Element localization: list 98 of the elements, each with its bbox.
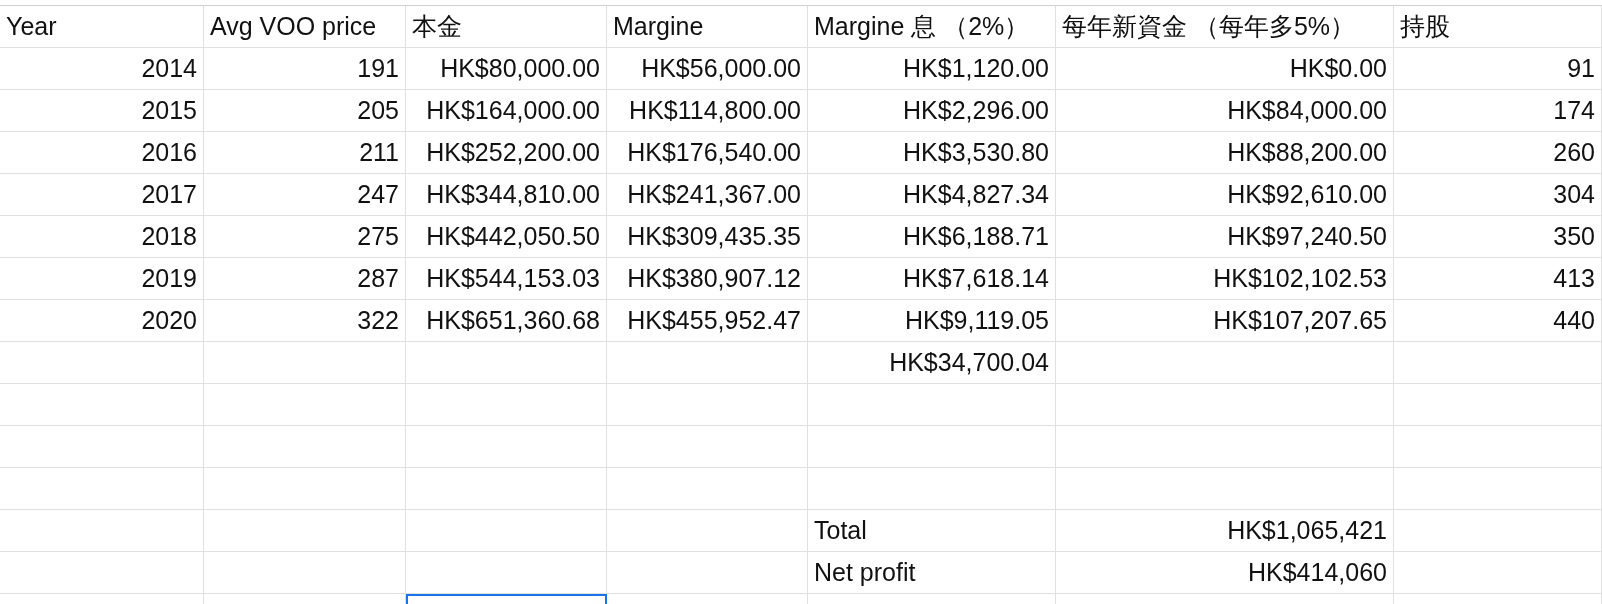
empty-cell[interactable] [204,342,406,384]
column-header: Margine [607,6,808,48]
table-cell: HK$114,800.00 [607,90,808,132]
column-header: Year [0,6,204,48]
table-cell: HK$176,540.00 [607,132,808,174]
empty-cell[interactable] [607,552,808,594]
table-cell: HK$102,102.53 [1056,258,1394,300]
empty-cell[interactable] [607,384,808,426]
column-header: 持股 [1394,6,1602,48]
empty-cell[interactable] [0,468,204,510]
table-cell: HK$309,435.35 [607,216,808,258]
table-cell: HK$34,700.04 [808,342,1056,384]
empty-cell[interactable] [808,468,1056,510]
table-cell: 2017 [0,174,204,216]
table-cell: 440 [1394,300,1602,342]
empty-cell[interactable] [204,468,406,510]
column-header: 本金 [406,6,607,48]
table-cell: 322 [204,300,406,342]
table-cell: HK$80,000.00 [406,48,607,90]
empty-cell[interactable] [0,384,204,426]
table-cell: 205 [204,90,406,132]
empty-cell[interactable] [1394,384,1602,426]
table-cell: 304 [1394,174,1602,216]
table-cell: HK$164,000.00 [406,90,607,132]
empty-cell[interactable] [1394,342,1602,384]
table-cell: 2016 [0,132,204,174]
table-cell: HK$7,618.14 [808,258,1056,300]
column-header: 每年新資金 （每年多5%） [1056,6,1394,48]
empty-cell[interactable] [1394,552,1602,594]
empty-cell[interactable] [808,426,1056,468]
table-cell: 413 [1394,258,1602,300]
empty-cell[interactable] [0,552,204,594]
table-cell: 2015 [0,90,204,132]
column-header: Avg VOO price [204,6,406,48]
empty-cell[interactable] [204,552,406,594]
empty-cell[interactable] [406,468,607,510]
table-cell: HK$56,000.00 [607,48,808,90]
table-cell: 91 [1394,48,1602,90]
table-cell: 191 [204,48,406,90]
table-cell: HK$84,000.00 [1056,90,1394,132]
table-cell: HK$92,610.00 [1056,174,1394,216]
table-cell: HK$2,296.00 [808,90,1056,132]
table-cell: HK$97,240.50 [1056,216,1394,258]
table-cell: HK$241,367.00 [607,174,808,216]
empty-cell[interactable] [1394,468,1602,510]
empty-cell[interactable] [204,384,406,426]
table-cell: 247 [204,174,406,216]
table-cell: HK$1,120.00 [808,48,1056,90]
table-cell: HK$414,060 [1056,552,1394,594]
empty-cell[interactable] [1394,426,1602,468]
empty-cell[interactable] [204,510,406,552]
empty-cell[interactable] [406,552,607,594]
empty-cell[interactable] [406,426,607,468]
table-cell: 2020 [0,300,204,342]
empty-cell[interactable] [1056,426,1394,468]
column-header: Margine 息 （2%） [808,6,1056,48]
empty-cell[interactable] [0,510,204,552]
table-cell: HK$344,810.00 [406,174,607,216]
table-cell: HK$6,188.71 [808,216,1056,258]
table-cell: 2019 [0,258,204,300]
empty-cell[interactable] [607,510,808,552]
empty-cell[interactable] [808,384,1056,426]
empty-cell[interactable] [204,426,406,468]
table-cell: Total [808,510,1056,552]
empty-cell[interactable] [1056,468,1394,510]
table-cell: 287 [204,258,406,300]
table-cell: HK$651,360.68 [406,300,607,342]
empty-cell[interactable] [1056,342,1394,384]
table-cell: 2018 [0,216,204,258]
table-cell: HK$544,153.03 [406,258,607,300]
table-cell: HK$9,119.05 [808,300,1056,342]
table-cell: HK$88,200.00 [1056,132,1394,174]
table-cell: HK$380,907.12 [607,258,808,300]
table-cell: Net profit [808,552,1056,594]
table-cell: 211 [204,132,406,174]
table-cell: HK$3,530.80 [808,132,1056,174]
table-cell: HK$1,065,421 [1056,510,1394,552]
empty-cell[interactable] [1394,510,1602,552]
empty-cell[interactable] [607,342,808,384]
table-cell: 260 [1394,132,1602,174]
table-cell: 350 [1394,216,1602,258]
empty-cell[interactable] [406,342,607,384]
table-cell: HK$0.00 [1056,48,1394,90]
table-cell: HK$252,200.00 [406,132,607,174]
table-cell: HK$455,952.47 [607,300,808,342]
table-cell: HK$107,207.65 [1056,300,1394,342]
empty-cell[interactable] [607,468,808,510]
empty-cell[interactable] [0,426,204,468]
empty-cell[interactable] [406,384,607,426]
table-cell: 174 [1394,90,1602,132]
table-cell: HK$442,050.50 [406,216,607,258]
empty-cell[interactable] [0,342,204,384]
empty-cell[interactable] [406,510,607,552]
table-cell: HK$4,827.34 [808,174,1056,216]
table-cell: 2014 [0,48,204,90]
empty-cell[interactable] [1056,384,1394,426]
table-cell: 275 [204,216,406,258]
empty-cell[interactable] [607,426,808,468]
